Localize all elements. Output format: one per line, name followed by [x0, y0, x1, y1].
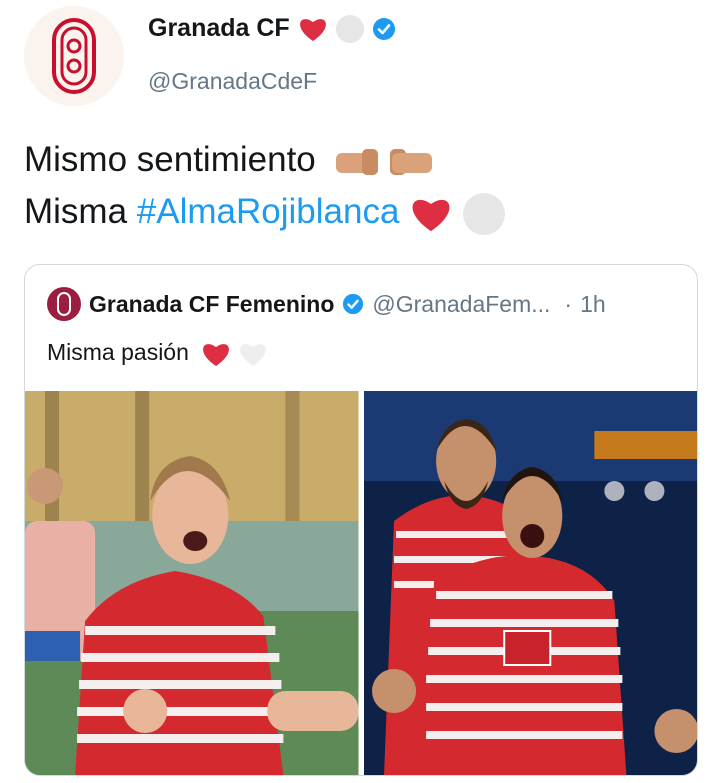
fist-bump-icon [335, 148, 432, 175]
tweet-line-2: Misma #AlmaRojiblanca [24, 186, 505, 238]
club-crest-icon [52, 18, 96, 94]
tweet-text: Mismo sentimiento Misma #AlmaRojiblanca [24, 134, 505, 238]
author-display-name[interactable]: Granada CF [148, 14, 290, 43]
hashtag-link[interactable]: #AlmaRojiblanca [137, 192, 400, 231]
tweet-line-2-prefix: Misma [24, 192, 137, 231]
quoted-timestamp[interactable]: 1h [580, 291, 606, 318]
white-heart-icon [462, 192, 505, 235]
tweet-line-1-text: Mismo sentimiento [24, 140, 316, 179]
tweet-line-1: Mismo sentimiento [24, 134, 505, 186]
red-heart-icon [412, 199, 450, 231]
quoted-display-name[interactable]: Granada CF Femenino [89, 291, 334, 318]
photo-woman-player-celebrating[interactable] [25, 391, 359, 775]
quoted-tweet-header: Granada CF Femenino @GranadaFem... · 1h [47, 287, 606, 321]
quoted-tweet-text: Misma pasión [47, 339, 268, 368]
quoted-avatar[interactable] [47, 287, 81, 321]
white-heart-icon [239, 344, 266, 366]
author-handle[interactable]: @GranadaCdeF [148, 68, 317, 95]
author-name-row: Granada CF [148, 14, 396, 43]
quoted-text-content: Misma pasión [47, 339, 189, 365]
quoted-tweet-card[interactable]: Granada CF Femenino @GranadaFem... · 1h … [24, 264, 698, 776]
quoted-time-separator: · [564, 290, 573, 317]
verified-badge-icon [372, 17, 395, 40]
white-heart-icon [335, 14, 364, 43]
verified-badge-icon [343, 293, 364, 315]
profile-avatar[interactable] [24, 6, 124, 106]
red-heart-icon [299, 18, 326, 41]
red-heart-icon [203, 344, 230, 366]
photo-men-players-celebrating[interactable] [363, 391, 697, 775]
quoted-handle[interactable]: @GranadaFem... [372, 291, 550, 318]
quoted-media-grid [25, 391, 697, 775]
club-crest-icon [57, 292, 71, 316]
